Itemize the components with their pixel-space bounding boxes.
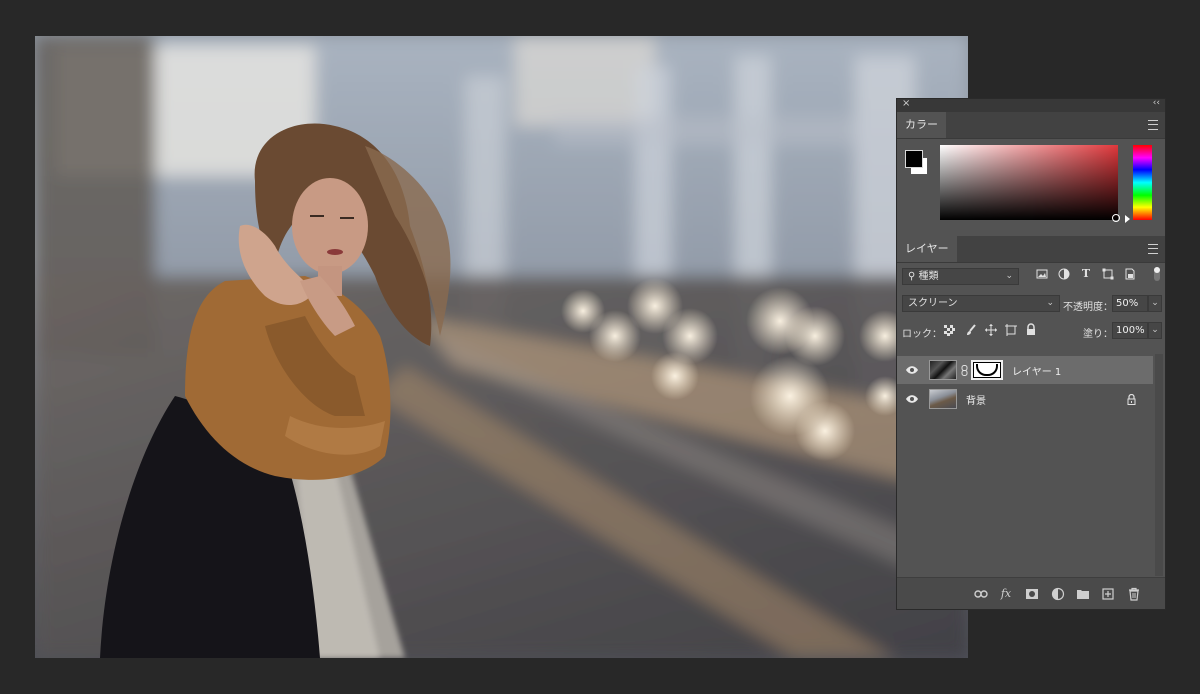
blend-mode-dropdown[interactable]: スクリーン ⌄: [902, 295, 1060, 312]
lock-all-icon[interactable]: [1026, 323, 1036, 336]
layer-filter-kind-label: 種類: [918, 271, 939, 282]
lock-paint-icon[interactable]: [965, 324, 977, 336]
trash-icon[interactable]: [1127, 587, 1141, 601]
close-panel-icon[interactable]: ×: [902, 98, 910, 109]
image-filter-icon[interactable]: [1036, 268, 1048, 280]
opacity-field[interactable]: 50%: [1112, 295, 1148, 312]
color-picker-marker[interactable]: [1112, 214, 1120, 222]
layer-name[interactable]: レイヤー 1: [1012, 363, 1061, 378]
lock-artboard-icon[interactable]: [1005, 324, 1017, 336]
shape-filter-icon[interactable]: [1102, 268, 1114, 280]
layer-filter-row: ⚲ 種類 ⌄ T: [897, 263, 1165, 290]
type-filter-icon[interactable]: T: [1080, 268, 1092, 280]
new-layer-icon[interactable]: [1101, 587, 1115, 601]
layers-list: レイヤー 1 背景: [897, 354, 1153, 576]
mask-link-icon[interactable]: [961, 365, 968, 376]
layers-panel-menu-icon[interactable]: [1148, 244, 1158, 254]
layer-lock-icon[interactable]: [1127, 394, 1136, 405]
layer-thumbnail[interactable]: [929, 360, 957, 380]
layers-scrollbar[interactable]: [1155, 354, 1163, 576]
document-canvas[interactable]: [35, 36, 968, 658]
fx-icon[interactable]: fx: [999, 587, 1013, 601]
chevron-down-icon: ⌄: [1046, 298, 1054, 308]
color-panel: [897, 139, 1165, 236]
fill-label: 塗り：: [1083, 329, 1113, 340]
fill-dropdown-icon[interactable]: ⌄: [1148, 322, 1162, 339]
smart-object-filter-icon[interactable]: [1124, 268, 1136, 280]
photoshop-panel-dock: × ‹‹ カラー レイヤー ⚲ 種類 ⌄ T スクリーン ⌄ 不透明度： 50%…: [896, 98, 1166, 610]
blend-mode-label: スクリーン: [908, 298, 958, 309]
tab-layers[interactable]: レイヤー: [897, 236, 957, 262]
panel-dock-header: × ‹‹: [897, 98, 1165, 112]
layer-row-layer1[interactable]: レイヤー 1: [897, 356, 1153, 384]
foreground-color-swatch[interactable]: [905, 150, 923, 168]
add-mask-icon[interactable]: [1025, 587, 1039, 601]
color-panel-menu-icon[interactable]: [1148, 120, 1158, 130]
color-panel-tabbar: カラー: [897, 112, 1165, 139]
opacity-dropdown-icon[interactable]: ⌄: [1148, 295, 1162, 312]
hue-slider-arrow-icon[interactable]: [1125, 215, 1130, 223]
layers-panel-tabbar: レイヤー: [897, 236, 1165, 263]
lock-transparent-icon[interactable]: [944, 325, 955, 336]
visibility-eye-icon[interactable]: [906, 364, 918, 376]
layer-row-background[interactable]: 背景: [897, 385, 1153, 413]
adjustment-filter-icon[interactable]: [1058, 268, 1070, 280]
chevron-down-icon: ⌄: [1005, 271, 1013, 281]
lock-move-icon[interactable]: [985, 324, 997, 336]
lock-fill-row: ロック： 塗り： 100% ⌄: [897, 317, 1165, 344]
link-layers-icon[interactable]: [974, 587, 988, 601]
blend-opacity-row: スクリーン ⌄ 不透明度： 50% ⌄: [897, 290, 1165, 317]
visibility-eye-icon[interactable]: [906, 393, 918, 405]
opacity-label: 不透明度：: [1063, 302, 1113, 313]
canvas-image: [35, 36, 968, 658]
new-group-icon[interactable]: [1076, 587, 1090, 601]
layers-footer-toolbar: fx: [897, 577, 1165, 609]
fill-field[interactable]: 100%: [1112, 322, 1148, 339]
layer-name[interactable]: 背景: [966, 392, 986, 407]
layer-thumbnail[interactable]: [929, 389, 957, 409]
search-icon: ⚲: [908, 271, 916, 282]
layer-filter-toggle[interactable]: [1154, 267, 1160, 281]
hue-slider[interactable]: [1133, 145, 1152, 220]
layer-mask-thumbnail[interactable]: [971, 360, 1003, 380]
lock-label: ロック：: [902, 329, 942, 340]
layer-filter-kind-dropdown[interactable]: ⚲ 種類 ⌄: [902, 268, 1019, 285]
color-field-picker[interactable]: [940, 145, 1118, 220]
collapse-panel-icon[interactable]: ‹‹: [1153, 98, 1160, 108]
tab-color[interactable]: カラー: [897, 112, 946, 138]
adjustment-layer-icon[interactable]: [1051, 587, 1065, 601]
